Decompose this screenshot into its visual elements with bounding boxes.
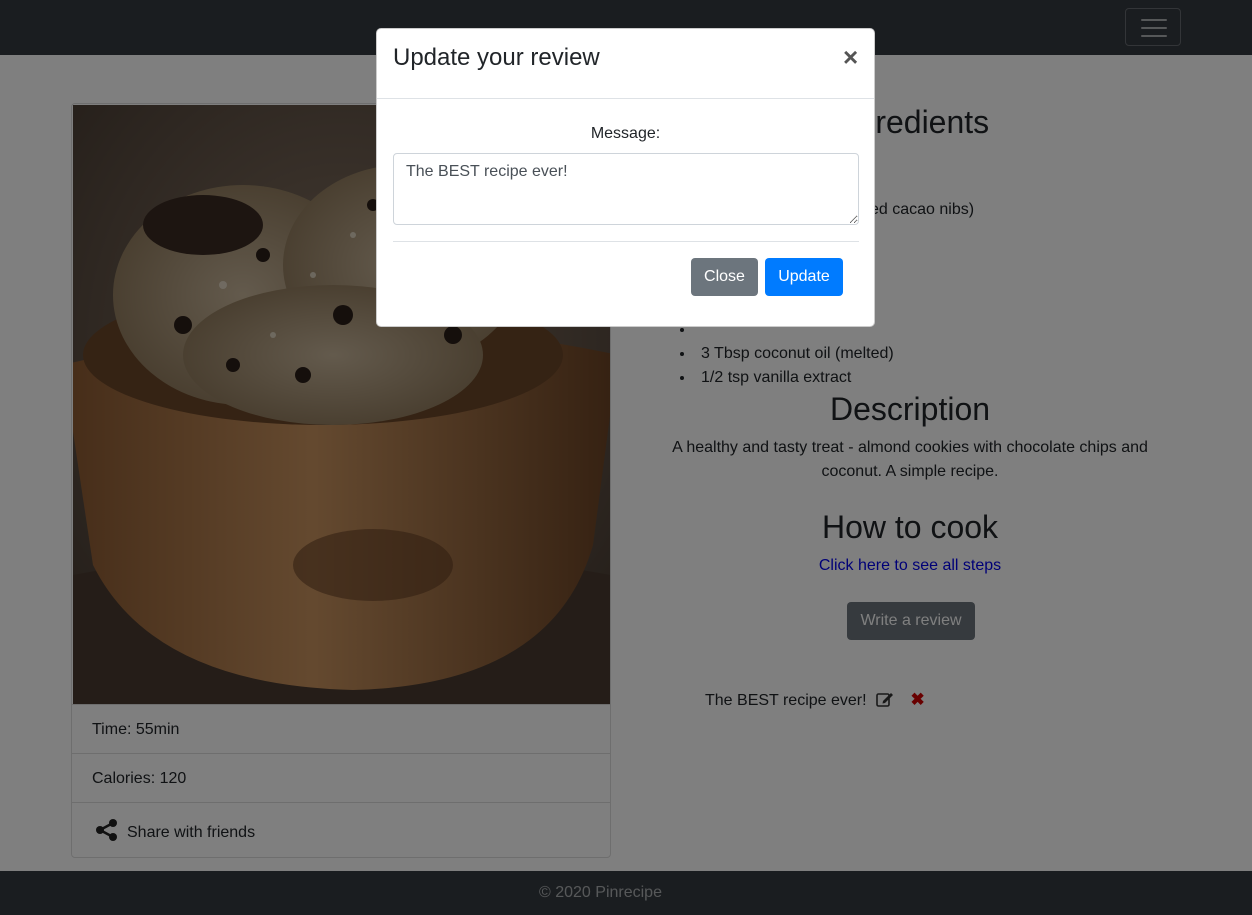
update-button[interactable]: Update — [765, 258, 843, 296]
close-button[interactable]: Close — [691, 258, 758, 296]
modal-header-divider — [377, 98, 874, 99]
update-review-modal: Update your review × Message: The BEST r… — [376, 28, 875, 327]
message-label: Message: — [590, 125, 661, 142]
close-icon[interactable]: × — [843, 43, 858, 71]
modal-title: Update your review — [393, 44, 600, 71]
message-textarea[interactable]: The BEST recipe ever! — [393, 153, 859, 225]
modal-footer-divider — [393, 241, 859, 242]
